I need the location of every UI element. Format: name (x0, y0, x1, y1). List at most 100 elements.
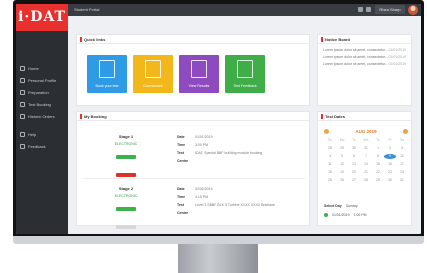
calendar-day[interactable]: 9 (384, 154, 396, 159)
slot-time: 1:00 PM (353, 213, 367, 217)
edit-icon (237, 60, 253, 78)
calendar-day[interactable]: 7 (360, 154, 372, 159)
sidebar-item-profile[interactable]: Personal Profile (16, 74, 68, 86)
panel-title: My Booking (77, 112, 309, 121)
calendar-day[interactable]: 2 (384, 146, 396, 151)
stage-title: Stage 1 (118, 134, 134, 139)
calendar-day[interactable]: 25 (324, 178, 336, 183)
tile-label: Test Feedback (233, 84, 257, 88)
detail-key: Date (177, 135, 185, 139)
mail-icon[interactable] (358, 7, 363, 12)
calendar-day[interactable]: 16 (384, 162, 396, 167)
calendar-day[interactable]: 17 (396, 162, 408, 167)
sidebar-item-test-booking[interactable]: Test Booking (16, 98, 68, 110)
calendar: AUG 2019 Su Mo Tu We Th Fr Sa 28 29 30 31 1 2 3 4 5 6 7 8 9… (324, 127, 408, 183)
calendar-day[interactable]: 28 (360, 178, 372, 183)
notice-date: 01/01/2019 (388, 48, 406, 52)
booking-details: Date 02/02/2019 Time 4:15 PM Test Centre Le… (177, 185, 301, 215)
view-results-tile[interactable]: View Results (179, 55, 219, 93)
notice-text: Lorem ipsum dolor sit amet, consectetur.… (323, 48, 388, 52)
cancel-booking-button[interactable] (116, 173, 136, 177)
booking-stage: Stage 1 ELECTRONIC (91, 132, 161, 182)
sidebar-item-home[interactable]: Home (16, 62, 68, 74)
notice-item[interactable]: Lorem ipsum dolor sit amet, consectetur.… (323, 54, 406, 61)
calendar-day[interactable]: 19 (336, 170, 348, 175)
book-test-tile[interactable]: Book your test (87, 55, 127, 93)
calendar-day[interactable]: 31 (396, 178, 408, 183)
calendar-day[interactable]: 24 (396, 170, 408, 175)
book-icon (20, 89, 25, 95)
calendar-day[interactable]: 27 (348, 178, 360, 183)
calendar-day[interactable]: 31 (360, 146, 372, 151)
notice-item[interactable]: Lorem ipsum dolor sit amet, consectetur.… (323, 61, 406, 68)
calendar-day[interactable]: 21 (360, 170, 372, 175)
notice-item[interactable]: Lorem ipsum dolor sit amet, consectetur.… (323, 47, 406, 54)
slot-row[interactable]: 01/01/2019 1:00 PM (324, 213, 408, 217)
notice-board-panel: Notice Board Lorem ipsum dolor sit amet,… (317, 34, 412, 106)
calendar-day[interactable]: 4 (324, 154, 336, 159)
next-month-icon[interactable] (402, 128, 408, 134)
stage-title: Stage 2 (118, 186, 134, 191)
screen: i·DAT Home Personal Profile Preparation … (16, 4, 421, 234)
calendar-day[interactable]: 28 (324, 146, 336, 151)
sidebar-item-feedback[interactable]: Feedback (16, 140, 68, 152)
calendar-day[interactable]: 3 (396, 146, 408, 151)
calendar-day[interactable]: 26 (336, 178, 348, 183)
detail-value: 01/01/2019 (195, 135, 213, 139)
feedback-icon (20, 143, 25, 149)
calendar-day[interactable]: 29 (336, 146, 348, 151)
cancel-booking-button[interactable] (116, 225, 136, 229)
sidebar-item-label: Preparation (28, 89, 49, 95)
prev-month-icon[interactable] (324, 128, 329, 134)
bell-icon[interactable] (366, 7, 371, 12)
sidebar-item-help[interactable]: Help (16, 128, 68, 140)
calendar-day[interactable]: 30 (384, 178, 396, 183)
calendar-day[interactable]: 30 (348, 146, 360, 151)
calendar-day[interactable]: 18 (324, 170, 336, 175)
calendar-day[interactable]: 12 (336, 162, 348, 167)
booking-row: Stage 1 ELECTRONIC Date 01/01/2019 Time 3:… (91, 132, 301, 177)
sidebar-item-preparation[interactable]: Preparation (16, 86, 68, 98)
calendar-day[interactable]: 6 (348, 154, 360, 159)
calendar-day[interactable]: 22 (372, 170, 384, 175)
weekday-label: Su (327, 138, 333, 142)
calendar-day[interactable]: 8 (372, 154, 384, 159)
notice-text: Lorem ipsum dolor sit amet, consectetur.… (323, 55, 388, 59)
calendar-day[interactable]: 15 (372, 162, 384, 167)
document-icon (145, 60, 161, 78)
select-day-label: Select Day (324, 204, 342, 208)
calendar-day[interactable]: 5 (336, 154, 348, 159)
scene: i·DAT Home Personal Profile Preparation … (0, 0, 427, 273)
clipboard-icon (191, 60, 207, 78)
sidebar-item-label: Help (28, 131, 37, 137)
calendar-day[interactable]: 29 (372, 178, 384, 183)
notice-date: 01/01/2019 (388, 62, 406, 66)
detail-value: 3:00 PM (195, 143, 209, 147)
user-menu-button[interactable]: Rhea Sharp (375, 5, 405, 14)
detail-value: IDAT, Special BBF building module bookin… (195, 151, 263, 155)
sidebar-item-label: Test Booking (28, 101, 51, 107)
calendar-day[interactable]: 14 (360, 162, 372, 167)
detail-value: Level 3 SBBF BLK 5 Turbine XXXX XXXX Bri… (195, 203, 275, 207)
calendar-day[interactable]: 10 (396, 154, 408, 159)
weekday-label: Tu (352, 138, 356, 142)
detail-key: Time (177, 143, 186, 147)
detail-value: 02/02/2019 (195, 187, 213, 191)
booking-details: Date 01/01/2019 Time 3:00 PM Test Centre ID… (177, 133, 301, 163)
coursework-tile[interactable]: Coursework (133, 55, 173, 93)
calendar-day[interactable]: 1 (372, 146, 384, 151)
booking-row: Stage 2 ELECTRONIC Date 02/02/2019 Time 4:… (91, 184, 301, 229)
calendar-day[interactable]: 23 (384, 170, 396, 175)
calendar-day[interactable]: 11 (324, 162, 336, 167)
test-feedback-tile[interactable]: Test Feedback (225, 55, 265, 93)
available-dot-icon (324, 213, 328, 217)
quick-links-panel: Quick links Book your test Coursework Vi… (76, 34, 310, 106)
search-input[interactable]: Student Portal (74, 7, 304, 13)
sidebar-item-history[interactable]: Historic Orders (16, 110, 68, 122)
avatar[interactable] (408, 5, 418, 15)
calendar-day[interactable]: 13 (348, 162, 360, 167)
monitor-stand (178, 244, 258, 273)
select-day-value[interactable]: Sunday (346, 204, 358, 208)
calendar-day[interactable]: 20 (348, 170, 360, 175)
test-dates-panel: Test Dates AUG 2019 Su Mo Tu We Th Fr Sa 28 29 30… (317, 111, 412, 226)
